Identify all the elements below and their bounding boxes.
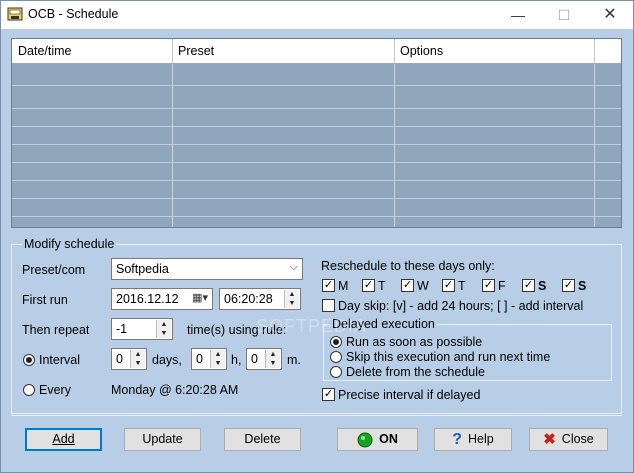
help-icon: ?: [452, 431, 463, 449]
repeat-spinner-icon[interactable]: ▲ ▼: [156, 320, 171, 338]
day-checkbox-sun[interactable]: ✓: [562, 279, 575, 292]
column-header-datetime[interactable]: Date/time: [18, 44, 72, 58]
interval-days-field[interactable]: 0 ▲ ▼: [111, 348, 147, 370]
reschedule-label: Reschedule to these days only:: [321, 259, 495, 273]
every-value: Monday @ 6:20:28 AM: [111, 383, 239, 397]
day-label-sun: S: [578, 279, 587, 293]
repeat-count-field[interactable]: -1 ▲ ▼: [111, 318, 173, 340]
close-x-icon: ✖: [543, 431, 556, 449]
interval-label: Interval: [39, 353, 80, 367]
first-run-time: 06:20:28: [224, 292, 273, 306]
day-label-mon: M: [338, 279, 349, 293]
day-checkbox-tue[interactable]: ✓: [362, 279, 375, 292]
table-header: Date/time Preset Options: [12, 39, 621, 64]
interval-hours-field[interactable]: 0 ▲ ▼: [191, 348, 227, 370]
day-checkbox-wed[interactable]: ✓: [401, 279, 414, 292]
delete-schedule-radio[interactable]: [330, 366, 342, 378]
close-button[interactable]: ✖ Close: [529, 428, 608, 451]
on-button[interactable]: ON: [337, 428, 418, 451]
title-bar: OCB - Schedule — ☐ ✕: [1, 1, 633, 29]
every-label: Every: [39, 383, 71, 397]
run-asap-radio[interactable]: [330, 336, 342, 348]
first-run-date: 2016.12.12: [116, 292, 179, 306]
first-run-date-picker[interactable]: 2016.12.12 ▦▾: [111, 288, 213, 310]
minutes-spinner-icon[interactable]: ▲ ▼: [265, 350, 280, 368]
day-checkbox-sat[interactable]: ✓: [522, 279, 535, 292]
preset-combo[interactable]: Softpedia ⌵: [111, 258, 303, 280]
column-header-preset[interactable]: Preset: [178, 44, 214, 58]
on-button-label: ON: [379, 432, 398, 446]
hours-label: h,: [231, 353, 242, 367]
day-label-fri: F: [498, 279, 506, 293]
interval-minutes-value: 0: [251, 352, 258, 366]
add-button-label: Add: [52, 432, 75, 446]
every-radio[interactable]: [23, 384, 35, 396]
first-run-label: First run: [22, 293, 68, 307]
interval-radio[interactable]: [23, 354, 35, 366]
interval-minutes-field[interactable]: 0 ▲ ▼: [246, 348, 282, 370]
day-checkbox-thu[interactable]: ✓: [442, 279, 455, 292]
skip-execution-label: Skip this execution and run next time: [346, 350, 551, 364]
day-skip-label: Day skip: [v] - add 24 hours; [ ] - add …: [338, 299, 584, 313]
preset-label: Preset/com: [22, 263, 86, 277]
interval-days-value: 0: [116, 352, 123, 366]
chevron-down-icon[interactable]: ⌵: [290, 261, 298, 274]
maximize-icon[interactable]: ☐: [541, 1, 587, 29]
delete-button[interactable]: Delete: [224, 428, 301, 451]
run-asap-label: Run as soon as possible: [346, 335, 483, 349]
days-label: days,: [152, 353, 182, 367]
day-label-sat: S: [538, 279, 547, 293]
close-button-label: Close: [561, 432, 594, 446]
day-checkbox-fri[interactable]: ✓: [482, 279, 495, 292]
preset-value: Softpedia: [116, 262, 169, 276]
schedule-table[interactable]: Date/time Preset Options: [11, 38, 622, 228]
help-button-label: Help: [468, 432, 494, 446]
close-icon[interactable]: ✕: [587, 1, 633, 29]
first-run-time-field[interactable]: 06:20:28 ▲ ▼: [219, 288, 301, 310]
time-spinner-icon[interactable]: ▲ ▼: [284, 290, 299, 308]
day-checkbox-mon[interactable]: ✓: [322, 279, 335, 292]
calendar-icon[interactable]: ▦▾: [192, 291, 208, 304]
day-skip-checkbox[interactable]: [322, 299, 335, 312]
interval-hours-value: 0: [196, 352, 203, 366]
update-button-label: Update: [142, 432, 183, 446]
divider: [11, 415, 622, 416]
day-label-thu: T: [458, 279, 466, 293]
app-icon: [7, 7, 23, 21]
repeat-count-value: -1: [116, 322, 128, 336]
precise-interval-label: Precise interval if delayed: [338, 388, 481, 402]
schedule-window: OCB - Schedule — ☐ ✕ Date/time Preset Op…: [0, 0, 634, 473]
delete-button-label: Delete: [244, 432, 281, 446]
column-header-options[interactable]: Options: [400, 44, 443, 58]
green-light-icon: [357, 432, 373, 448]
then-repeat-label: Then repeat: [22, 323, 90, 337]
day-label-tue: T: [378, 279, 386, 293]
add-button[interactable]: Add: [25, 428, 102, 451]
minimize-icon[interactable]: —: [495, 1, 541, 29]
hours-spinner-icon[interactable]: ▲ ▼: [210, 350, 225, 368]
precise-interval-checkbox[interactable]: ✓: [322, 388, 335, 401]
days-spinner-icon[interactable]: ▲ ▼: [130, 350, 145, 368]
modify-schedule-title: Modify schedule: [22, 237, 117, 251]
help-button[interactable]: ? Help: [434, 428, 512, 451]
watermark: SOFTPEDIA: [256, 316, 368, 336]
update-button[interactable]: Update: [124, 428, 201, 451]
skip-execution-radio[interactable]: [330, 351, 342, 363]
minutes-label: m.: [287, 353, 301, 367]
day-label-wed: W: [417, 279, 429, 293]
delete-schedule-label: Delete from the schedule: [346, 365, 485, 379]
window-title: OCB - Schedule: [28, 7, 119, 21]
